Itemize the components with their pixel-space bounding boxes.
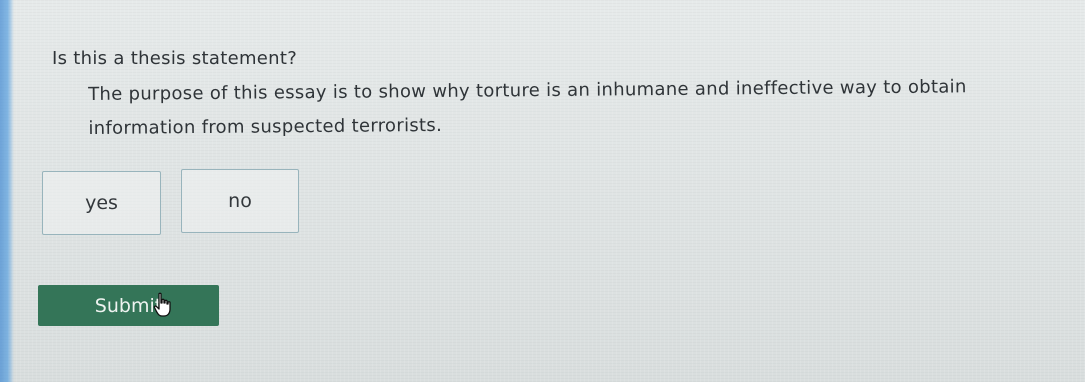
question-prompt: Is this a thesis statement? (52, 48, 298, 69)
thesis-statement: The purpose of this essay is to show why… (88, 76, 967, 139)
screen-edge (0, 0, 14, 382)
answer-option-label: yes (85, 192, 118, 214)
answer-option-no[interactable]: no (181, 169, 299, 233)
answer-option-yes[interactable]: yes (42, 171, 161, 235)
submit-button[interactable]: Submit (38, 285, 219, 326)
answer-option-label: no (228, 190, 252, 212)
hand-pointer-icon (153, 292, 171, 317)
